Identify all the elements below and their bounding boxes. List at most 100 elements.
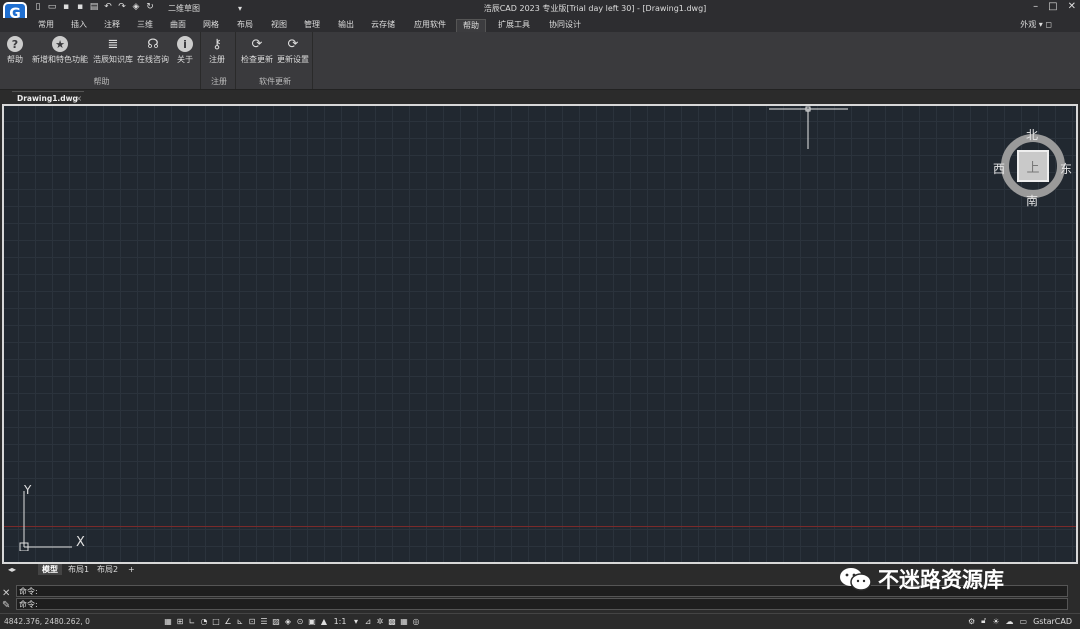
command-input[interactable]: 命令: — [16, 598, 1068, 610]
lock-icon[interactable]: 🔓︎ — [981, 616, 986, 626]
model-space-icon[interactable]: ▣ — [307, 616, 317, 627]
tab-view[interactable]: 视图 — [265, 19, 293, 32]
clean-screen-icon[interactable]: ▦ — [399, 616, 409, 627]
hardware-accel-icon[interactable]: ▩ — [387, 616, 397, 627]
tab-cloud[interactable]: 云存储 — [365, 19, 401, 32]
refresh-icon[interactable]: ↻ — [145, 2, 155, 13]
lightbulb-icon[interactable]: ☀ — [992, 617, 999, 626]
books-icon: ≣ — [107, 36, 119, 52]
window-title: 浩辰CAD 2023 专业版[Trial day left 30] - [Dra… — [483, 4, 707, 13]
window-icon[interactable]: ▭ — [1020, 617, 1028, 626]
workspace-switch-icon[interactable]: ▾ — [351, 616, 361, 627]
minimize-icon[interactable]: – — [1033, 1, 1038, 12]
tab-output[interactable]: 输出 — [332, 19, 360, 32]
register-button[interactable]: ⚷ 注册 — [209, 36, 225, 65]
close-icon[interactable]: ✕ — [2, 588, 10, 599]
tab-mesh[interactable]: 网格 — [197, 19, 225, 32]
workspace-value: 二维草图 — [168, 4, 200, 13]
update-settings-label: 更新设置 — [277, 55, 309, 64]
window-controls: – □ ✕ — [1033, 1, 1076, 12]
tab-model[interactable]: 模型 — [38, 564, 62, 575]
dyn-input-toggle-icon[interactable]: ⊡ — [247, 616, 257, 627]
tab-insert[interactable]: 插入 — [65, 19, 93, 32]
wechat-icon — [840, 568, 872, 591]
scale-readout[interactable]: 1:1 — [331, 616, 349, 627]
add-layout-button[interactable]: + — [124, 564, 139, 575]
about-button[interactable]: i 关于 — [177, 36, 193, 65]
document-tabs: Drawing1.dwg × — [0, 90, 1080, 104]
gear-icon[interactable]: ⚙ — [968, 617, 975, 626]
ucs-icon: Y X — [14, 481, 94, 552]
crosshair-cursor — [769, 106, 848, 149]
knowledge-base-label: 浩辰知识库 — [93, 55, 133, 64]
layer-icon[interactable]: ◈ — [131, 2, 141, 13]
star-icon: ★ — [52, 36, 68, 52]
save-as-icon[interactable]: ▪ — [75, 2, 85, 13]
tab-manage[interactable]: 管理 — [298, 19, 326, 32]
undo-icon[interactable]: ↶ — [103, 2, 113, 13]
drawing-canvas[interactable]: 上 北 南 东 西 Y X — [2, 104, 1078, 564]
annotation-visibility-icon[interactable]: ⊿ — [363, 616, 373, 627]
knowledge-base-button[interactable]: ≣ 浩辰知识库 — [93, 36, 133, 65]
cloud-icon[interactable]: ☁ — [1006, 617, 1014, 626]
tab-layout2[interactable]: 布局2 — [93, 564, 122, 575]
compass-south[interactable]: 南 — [1026, 192, 1038, 209]
compass-west[interactable]: 西 — [993, 160, 1005, 177]
dynucs-toggle-icon[interactable]: ⊾ — [235, 616, 245, 627]
whats-new-button[interactable]: ★ 新增和特色功能 — [32, 36, 88, 65]
selection-cycling-icon[interactable]: ◈ — [283, 616, 293, 627]
viewcube[interactable]: 上 北 南 东 西 — [993, 126, 1073, 209]
osnap-toggle-icon[interactable]: □ — [211, 616, 221, 627]
about-label: 关于 — [177, 55, 193, 64]
new-file-icon[interactable]: ▯ — [33, 2, 43, 13]
quick-access-toolbar: ▯ ▭ ▪ ▪ ▤ ↶ ↷ ◈ ↻ — [33, 2, 155, 13]
help-button[interactable]: ? 帮助 — [7, 36, 23, 65]
tab-layout[interactable]: 布局 — [231, 19, 259, 32]
open-file-icon[interactable]: ▭ — [47, 2, 57, 13]
isolate-icon[interactable]: ✲ — [375, 616, 385, 627]
compass-north[interactable]: 北 — [1026, 126, 1038, 143]
otrack-toggle-icon[interactable]: ∠ — [223, 616, 233, 627]
sync-icon: ⟳ — [251, 36, 263, 52]
tab-collaboration[interactable]: 协同设计 — [543, 19, 587, 32]
headset-icon: ☊ — [147, 36, 159, 52]
appearance-dropdown[interactable]: 外观 ▾ ◻ — [1020, 19, 1052, 30]
online-consult-button[interactable]: ☊ 在线咨询 — [137, 36, 169, 65]
maximize-icon[interactable]: □ — [1048, 1, 1057, 12]
check-update-label: 检查更新 — [241, 55, 273, 64]
viewcube-face-top[interactable]: 上 — [1017, 150, 1049, 182]
tab-3d[interactable]: 三维 — [131, 19, 159, 32]
group-label-update: 软件更新 — [259, 77, 291, 86]
drafting-toggles: ▦ ⊞ ∟ ◔ □ ∠ ⊾ ⊡ ☰ ▨ ◈ ⊙ ▣ ▲ 1:1 ▾ ⊿ ✲ ▩ … — [163, 616, 421, 627]
document-tab[interactable]: Drawing1.dwg × — [12, 91, 84, 104]
workspace-dropdown[interactable]: 二维草图 ▾ — [166, 2, 244, 15]
polar-toggle-icon[interactable]: ◔ — [199, 616, 209, 627]
tab-surface[interactable]: 曲面 — [164, 19, 192, 32]
update-settings-button[interactable]: ⟳ 更新设置 — [277, 36, 309, 65]
annotation-monitor-icon[interactable]: ⊙ — [295, 616, 305, 627]
coordinate-readout: 4842.376, 2480.262, 0 — [4, 617, 90, 626]
ribbon-panel: ? 帮助 ★ 新增和特色功能 ≣ 浩辰知识库 ☊ 在线咨询 i 关于 帮助 ⚷ … — [0, 32, 1080, 90]
print-icon[interactable]: ▤ — [89, 2, 99, 13]
tab-help[interactable]: 帮助 — [456, 19, 486, 32]
ribbon-group-help: ? 帮助 ★ 新增和特色功能 ≣ 浩辰知识库 ☊ 在线咨询 i 关于 帮助 — [3, 32, 201, 89]
grid-toggle-icon[interactable]: ▦ — [163, 616, 173, 627]
lineweight-toggle-icon[interactable]: ☰ — [259, 616, 269, 627]
pencil-icon[interactable]: ✎ — [2, 600, 10, 611]
tab-apps[interactable]: 应用软件 — [408, 19, 452, 32]
nav-arrows[interactable]: ◂▸ — [4, 564, 20, 575]
annotation-scale-icon[interactable]: ▲ — [319, 616, 329, 627]
ortho-toggle-icon[interactable]: ∟ — [187, 616, 197, 627]
customize-icon[interactable]: ◎ — [411, 616, 421, 627]
close-icon[interactable]: ✕ — [1068, 1, 1076, 12]
snap-toggle-icon[interactable]: ⊞ — [175, 616, 185, 627]
tab-extensions[interactable]: 扩展工具 — [492, 19, 536, 32]
tab-home[interactable]: 常用 — [32, 19, 60, 32]
save-icon[interactable]: ▪ — [61, 2, 71, 13]
redo-icon[interactable]: ↷ — [117, 2, 127, 13]
compass-east[interactable]: 东 — [1060, 160, 1072, 177]
check-update-button[interactable]: ⟳ 检查更新 — [241, 36, 273, 65]
transparency-toggle-icon[interactable]: ▨ — [271, 616, 281, 627]
tab-annotate[interactable]: 注释 — [98, 19, 126, 32]
tab-layout1[interactable]: 布局1 — [64, 564, 93, 575]
